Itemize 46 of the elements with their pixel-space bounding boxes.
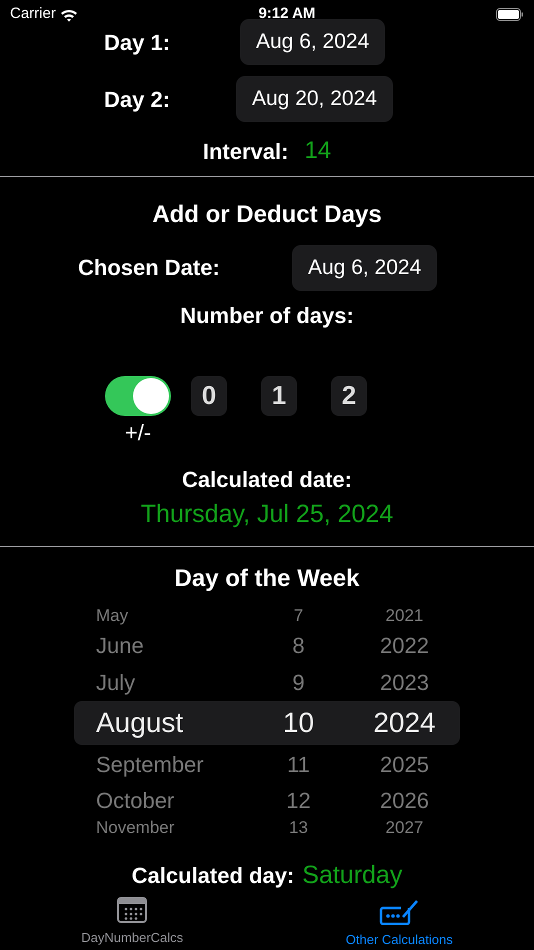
- date-picker-button[interactable]: Aug 6, 2024: [292, 245, 438, 290]
- picker-value[interactable]: July: [74, 666, 248, 698]
- picker-value[interactable]: 2022: [348, 628, 460, 662]
- picker-value[interactable]: 7: [248, 603, 349, 629]
- result-label: Calculated day:: [132, 862, 294, 890]
- field-label: Number of days:: [180, 302, 354, 330]
- interval-value: 14: [304, 136, 332, 166]
- picker-value[interactable]: 10: [248, 702, 349, 744]
- toggle-switch[interactable]: [105, 376, 171, 416]
- result-value: Saturday: [302, 860, 402, 891]
- picker-value[interactable]: September: [74, 748, 248, 780]
- picker-value[interactable]: 11: [248, 748, 349, 780]
- section-title: Add or Deduct Days: [152, 200, 382, 230]
- picker-value[interactable]: October: [74, 784, 248, 816]
- picker-value[interactable]: May: [74, 603, 248, 629]
- picker-value[interactable]: 2024: [348, 702, 460, 744]
- picker-value[interactable]: August: [74, 702, 248, 744]
- picker-value[interactable]: 2023: [348, 666, 460, 698]
- digit-wheel[interactable]: 2: [331, 376, 367, 416]
- result-value: Thursday, Jul 25, 2024: [140, 498, 394, 530]
- picker-value[interactable]: June: [74, 628, 248, 662]
- picker-value[interactable]: 2027: [348, 815, 460, 841]
- digit-wheel[interactable]: 0: [191, 376, 227, 416]
- result-label: Calculated date:: [182, 466, 352, 494]
- interval-label: Interval:: [202, 138, 288, 166]
- picker-value[interactable]: 13: [248, 815, 349, 841]
- date-picker-button[interactable]: Aug 20, 2024: [236, 76, 393, 122]
- digit-wheel[interactable]: 1: [261, 376, 297, 416]
- picker-value[interactable]: 12: [248, 784, 349, 816]
- date-picker-button[interactable]: Aug 6, 2024: [240, 19, 386, 65]
- picker-value[interactable]: 2021: [348, 603, 460, 629]
- field-label: Day 2:: [103, 86, 172, 114]
- tab-button[interactable]: DayNumberCalcs: [0, 892, 264, 950]
- battery-icon: [496, 8, 524, 20]
- toggle-label: +/-: [124, 418, 152, 446]
- picker-value[interactable]: November: [74, 815, 248, 841]
- tab-button[interactable]: Other Calculations: [264, 892, 534, 950]
- field-label: Chosen Date:: [77, 254, 221, 282]
- picker-value[interactable]: 2026: [348, 784, 460, 816]
- carrier-name: Carrier: [10, 4, 56, 24]
- picker-value[interactable]: 2025: [348, 748, 460, 780]
- field-label: Day 1:: [103, 28, 172, 57]
- calendar-icon: [117, 897, 148, 923]
- picker-value[interactable]: 9: [248, 666, 349, 698]
- section-title: Day of the Week: [174, 564, 360, 594]
- picker-value[interactable]: 8: [248, 628, 349, 662]
